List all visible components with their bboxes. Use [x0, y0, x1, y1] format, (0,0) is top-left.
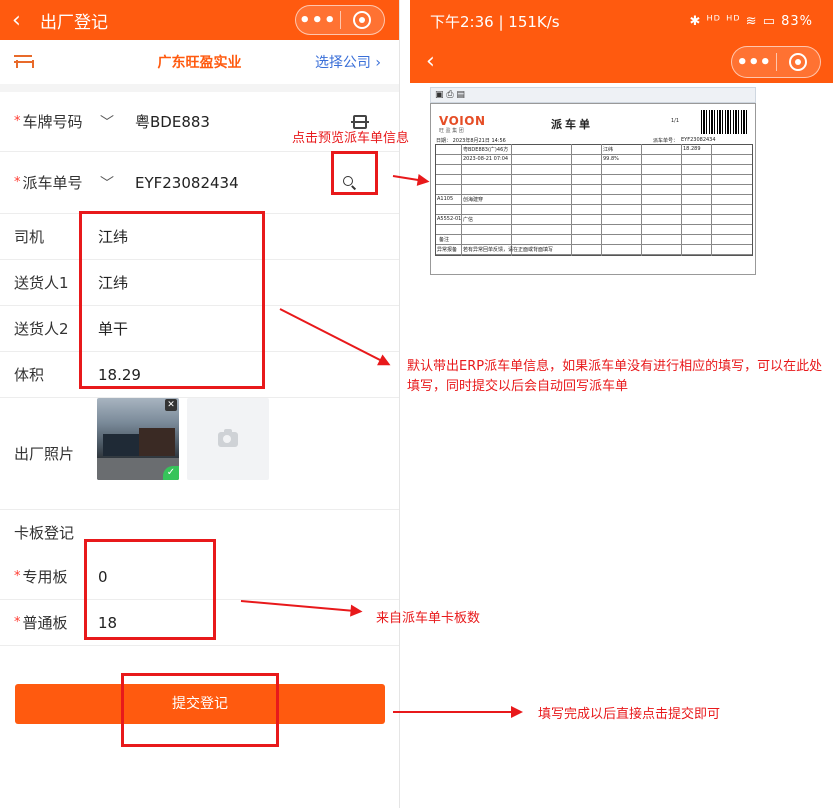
doc-customer2: A5552-01 [437, 216, 462, 222]
volume-label: 体积 [14, 366, 45, 384]
close-program-button[interactable] [341, 11, 385, 29]
photo-label: 出厂照片 [14, 445, 75, 463]
more-icon[interactable]: ••• [732, 52, 776, 73]
page-title: 出厂登记 [40, 12, 108, 33]
required-mark: * [14, 114, 21, 129]
table-line [711, 144, 712, 256]
doc-date: 日期： 2023年8月21日 14:56 [436, 138, 506, 144]
status-time: 下午2:36 | 151K/s [430, 13, 560, 31]
voion-logo: VOION [439, 114, 486, 128]
page-number: 1/1 [671, 118, 680, 124]
doc-plate: 粤BDE883(广)46方 [463, 147, 509, 153]
status-bar: 下午2:36 | 151K/s ✱ ᴴᴰ ᴴᴰ ≋ ▭ 83% [410, 0, 833, 43]
remove-photo-icon[interactable]: ✕ [165, 399, 177, 411]
barcode [701, 110, 747, 134]
table-line [461, 144, 462, 256]
company-bar: 广东旺盈实业 选择公司 › [0, 40, 399, 92]
required-mark: * [14, 175, 21, 190]
plate-number-label: 车牌号码 [22, 113, 83, 131]
chevron-left-icon[interactable]: ‹ [12, 8, 40, 33]
highlight-box [121, 673, 279, 747]
doc-customer1-name: 创海建穿 [463, 197, 484, 203]
add-photo-button[interactable] [187, 398, 269, 480]
plate-number-value[interactable]: 粤BDE883 [135, 111, 210, 132]
doc-exception-text: 若有异常回单反馈，请在正面或背面填写 [463, 247, 554, 253]
doc-driver: 江纬 [603, 147, 614, 153]
document-title: 派车单 [551, 118, 593, 131]
select-company-link[interactable]: 选择公司 › [315, 52, 381, 72]
table-line [681, 144, 682, 256]
chevron-left-icon[interactable]: ‹ [426, 49, 435, 74]
right-phone-screen: 下午2:36 | 151K/s ✱ ᴴᴰ ᴴᴰ ≋ ▭ 83% ‹ ••• ▣ … [410, 0, 833, 808]
preview-note: 点击预览派车单信息 [292, 131, 410, 146]
more-icon[interactable]: ••• [296, 10, 340, 31]
doc-exception-label: 异常报备 [437, 247, 458, 253]
normal-board-label: 普通板 [22, 614, 68, 632]
close-program-button[interactable] [777, 53, 821, 71]
driver-label: 司机 [14, 228, 45, 246]
dispatch-document-preview: VOION 旺 盈 集 团 派车单 1/1 派车单号： EYF23082434 … [430, 103, 756, 275]
dispatch-no-value: EYF23082434 [681, 137, 716, 143]
table-line [601, 144, 602, 256]
mini-program-capsule: ••• [295, 5, 385, 35]
highlight-box [84, 539, 216, 640]
photo-truck [139, 428, 175, 456]
sender1-label: 送货人1 [14, 274, 69, 292]
header-bar: ‹ 出厂登记 ••• [0, 0, 399, 40]
required-mark: * [14, 615, 21, 630]
dispatch-no-label: 派车单号： [653, 138, 679, 144]
erp-note: 默认带出ERP派车单信息，如果派车单没有进行相应的填写，可以在此处填写，同时提交… [407, 359, 823, 394]
target-icon [353, 11, 372, 29]
special-board-label: 专用板 [22, 568, 68, 586]
logo-subtitle: 旺 盈 集 团 [439, 128, 464, 134]
doc-customer1: A1105 [437, 196, 454, 202]
doc-volume: 18.289 [683, 146, 701, 152]
sender2-label: 送货人2 [14, 320, 69, 338]
chevron-down-icon[interactable]: ﹀ [100, 112, 114, 132]
uploaded-photo[interactable]: ✕ ✓ [97, 398, 179, 480]
chevron-down-icon[interactable]: ﹀ [100, 173, 114, 193]
required-mark: * [14, 569, 21, 584]
dispatch-number-label: 派车单号 [22, 174, 83, 192]
status-icons: ✱ ᴴᴰ ᴴᴰ ≋ ▭ 83% [689, 14, 813, 29]
dispatch-number-value[interactable]: EYF23082434 [135, 174, 239, 192]
pallet-section-label: 卡板登记 [14, 523, 75, 542]
doc-out-time: 2023-08-21 07:04 [463, 156, 509, 162]
check-icon: ✓ [163, 466, 179, 480]
highlight-box [79, 211, 265, 389]
doc-customer2-name: 广信 [463, 217, 474, 223]
submit-note: 填写完成以后直接点击提交即可 [538, 707, 721, 722]
photo-truck [103, 434, 143, 456]
nav-bar: ‹ ••• [410, 43, 833, 83]
arrow-icon [393, 706, 523, 718]
table-line [571, 144, 572, 256]
scan-icon[interactable] [351, 114, 369, 129]
table-line [641, 144, 642, 256]
highlight-box [331, 151, 378, 195]
mini-program-capsule: ••• [731, 46, 821, 78]
doc-note-label: 备注 [439, 237, 450, 243]
camera-icon [218, 428, 238, 447]
pallet-note: 来自派车单卡板数 [376, 611, 481, 626]
doc-rate: 99.8% [603, 156, 619, 162]
table-line [511, 144, 512, 256]
target-icon [789, 53, 808, 71]
doc-toolbar[interactable]: ▣ ⎙ ▤ [430, 87, 756, 103]
